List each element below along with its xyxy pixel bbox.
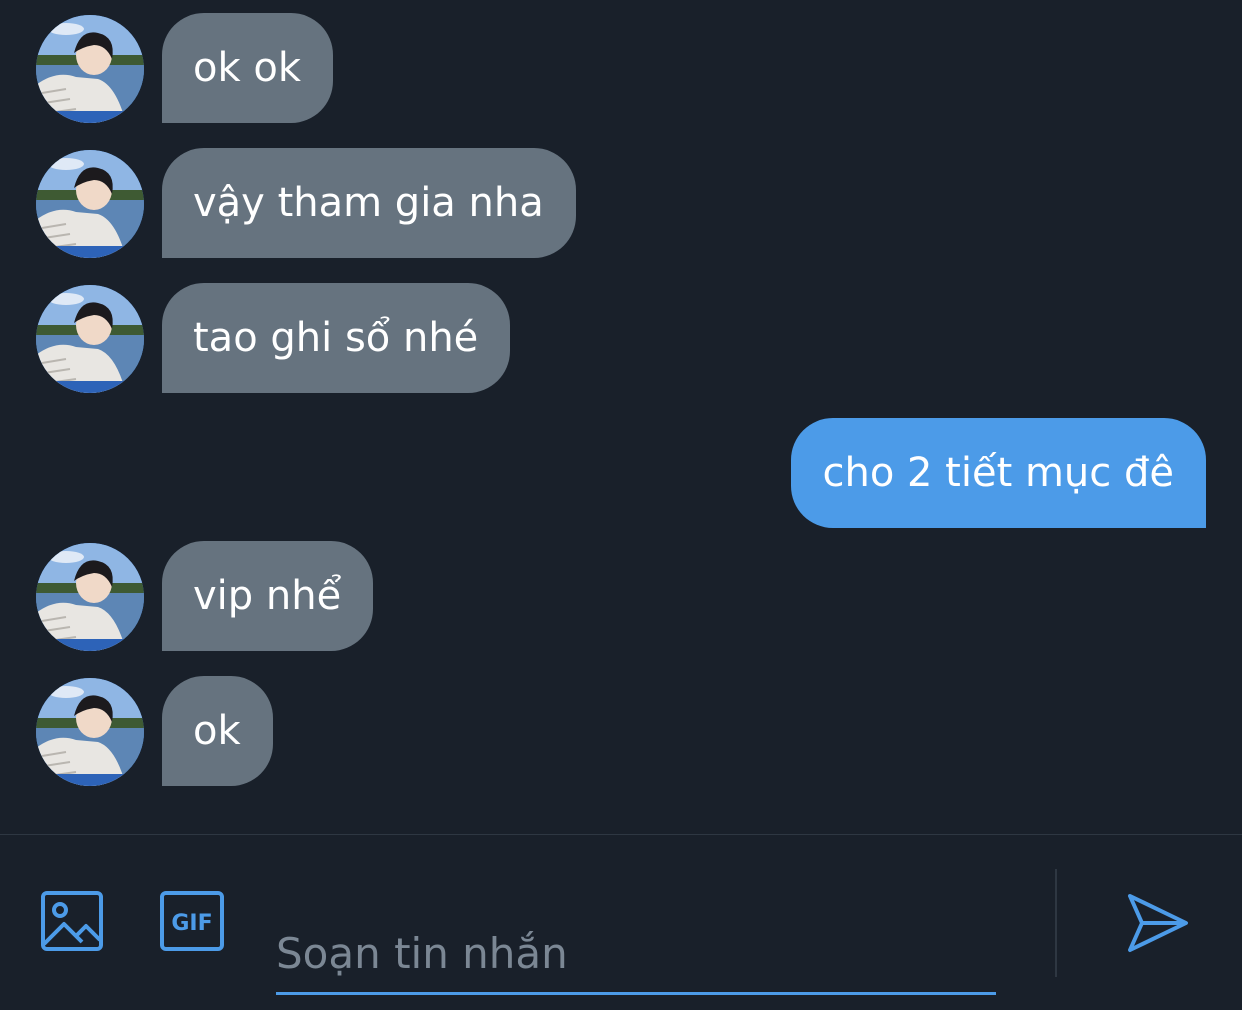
send-icon[interactable] bbox=[1126, 892, 1190, 954]
avatar[interactable] bbox=[36, 285, 144, 393]
avatar[interactable] bbox=[36, 150, 144, 258]
message-input[interactable] bbox=[276, 921, 996, 985]
message-row: ok bbox=[0, 676, 1242, 786]
message-row: vip nhể bbox=[0, 541, 1242, 651]
gif-icon[interactable]: GIF bbox=[159, 890, 225, 952]
avatar[interactable] bbox=[36, 15, 144, 123]
message-row: vậy tham gia nha bbox=[0, 148, 1242, 258]
chat-screen: ok ok vậy tham gia nha tao ghi sổ nhé ch… bbox=[0, 0, 1242, 1010]
avatar[interactable] bbox=[36, 543, 144, 651]
incoming-message-bubble[interactable]: vip nhể bbox=[162, 541, 374, 651]
input-underline bbox=[276, 992, 996, 995]
avatar[interactable] bbox=[36, 678, 144, 786]
outgoing-message-bubble[interactable]: cho 2 tiết mục đê bbox=[791, 418, 1206, 528]
message-composer: GIF bbox=[0, 835, 1242, 1010]
message-row: ok ok bbox=[0, 13, 1242, 123]
message-input-wrapper bbox=[276, 867, 996, 997]
gif-label: GIF bbox=[171, 911, 212, 936]
image-icon[interactable] bbox=[40, 890, 104, 954]
message-row: tao ghi sổ nhé bbox=[0, 283, 1242, 393]
incoming-message-bubble[interactable]: tao ghi sổ nhé bbox=[162, 283, 511, 393]
incoming-message-bubble[interactable]: vậy tham gia nha bbox=[162, 148, 576, 258]
message-row: cho 2 tiết mục đê bbox=[0, 418, 1242, 528]
incoming-message-bubble[interactable]: ok ok bbox=[162, 13, 333, 123]
composer-separator bbox=[1055, 869, 1057, 977]
incoming-message-bubble[interactable]: ok bbox=[162, 676, 273, 786]
